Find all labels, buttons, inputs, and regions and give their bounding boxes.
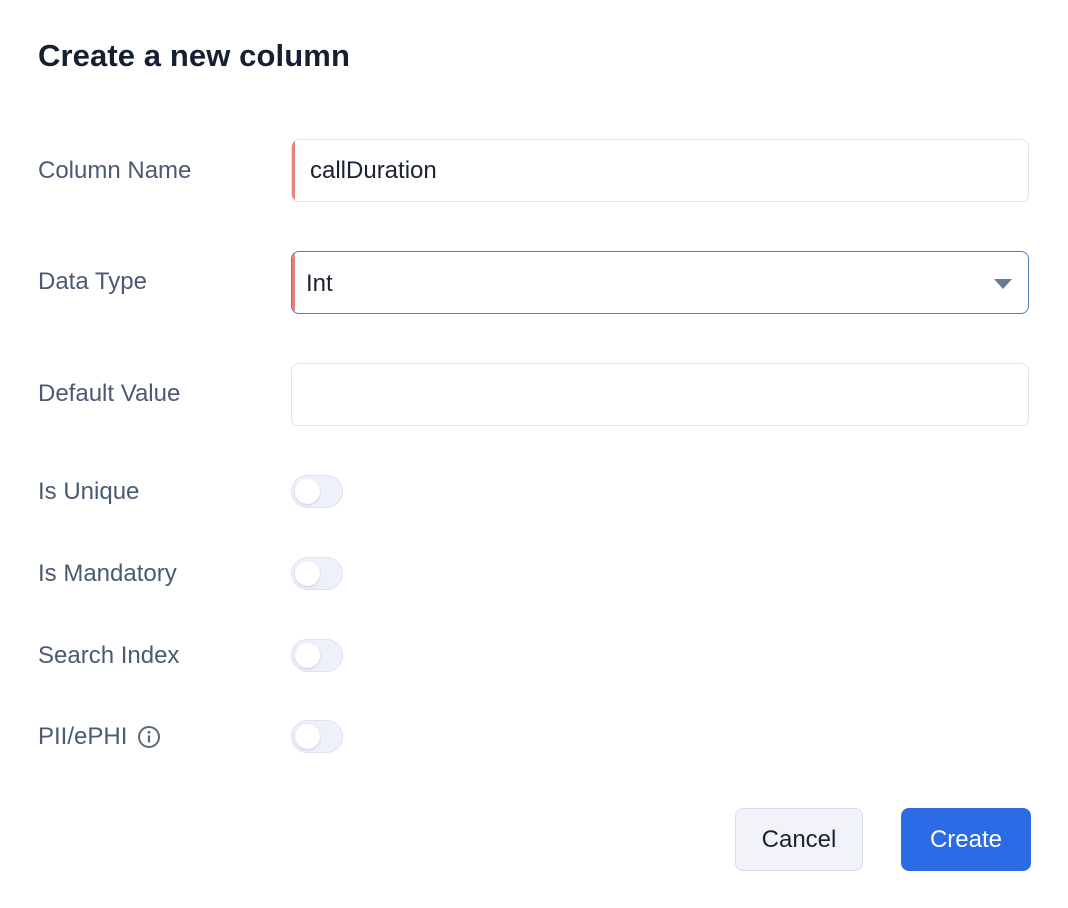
column-name-field-wrapper [291,139,1029,202]
toggle-knob [295,479,320,504]
default-value-input[interactable] [292,364,1028,425]
create-column-dialog: Create a new column Column Name Data Typ… [0,0,1068,908]
info-icon[interactable] [137,725,161,749]
column-name-label: Column Name [38,154,191,188]
search-index-label: Search Index [38,639,179,673]
is-mandatory-label: Is Mandatory [38,557,177,591]
data-type-select[interactable]: Int [291,251,1029,314]
is-unique-toggle[interactable] [291,475,343,508]
is-unique-label: Is Unique [38,475,139,509]
toggle-knob [295,643,320,668]
search-index-label-text: Search Index [38,642,180,669]
caret-down-icon [994,279,1012,289]
toggle-knob [295,561,320,586]
default-value-label-text: Default Value [38,380,181,407]
is-mandatory-label-text: Is Mandatory [38,560,177,587]
pii-ephi-label-text: PII/ePHI [38,723,128,750]
is-mandatory-toggle[interactable] [291,557,343,590]
cancel-button[interactable]: Cancel [735,808,863,871]
pii-ephi-label: PII/ePHI [38,720,161,754]
column-name-label-text: Column Name [38,157,192,184]
pii-ephi-toggle[interactable] [291,720,343,753]
data-type-label-text: Data Type [38,268,147,295]
default-value-label: Default Value [38,377,180,411]
column-name-input[interactable] [292,140,1028,201]
default-value-field-wrapper [291,363,1029,426]
data-type-label: Data Type [38,265,147,299]
data-type-selected-value: Int [306,270,333,297]
is-unique-label-text: Is Unique [38,478,140,505]
create-button[interactable]: Create [901,808,1031,871]
search-index-toggle[interactable] [291,639,343,672]
toggle-knob [295,724,320,749]
dialog-title: Create a new column [38,38,350,73]
